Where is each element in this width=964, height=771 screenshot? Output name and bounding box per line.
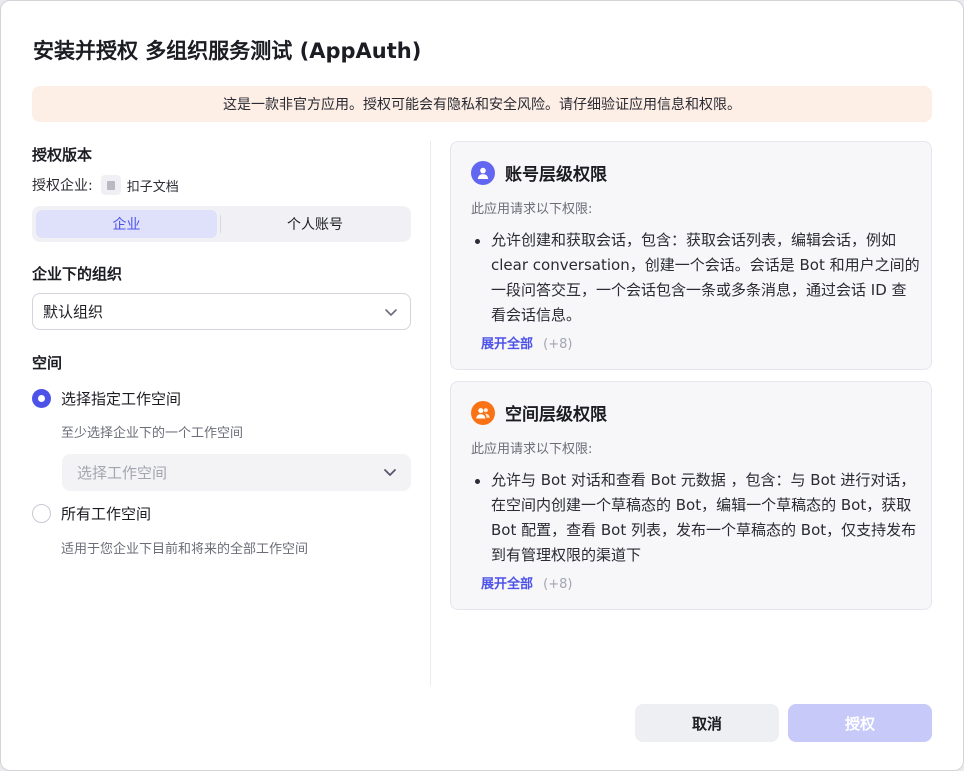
- organization-heading: 企业下的组织: [32, 265, 123, 283]
- enterprise-row: 授权企业: 扣子文档: [32, 175, 179, 195]
- space-permission-expand: 展开全部 (+8): [481, 573, 572, 592]
- enterprise-label: 授权企业:: [32, 178, 93, 194]
- specific-workspace-hint: 至少选择企业下的一个工作空间: [61, 426, 244, 441]
- dialog-title: 安装并授权 多组织服务测试 (AppAuth): [33, 39, 422, 63]
- more-count: (+8): [543, 577, 573, 592]
- space-permission-title: 空间层级权限: [505, 405, 607, 425]
- authorize-button[interactable]: 授权: [788, 704, 932, 742]
- chevron-down-icon: [385, 309, 397, 316]
- space-heading: 空间: [32, 354, 63, 372]
- version-heading: 授权版本: [32, 146, 93, 164]
- enterprise-name: 扣子文档: [126, 179, 179, 195]
- radio-specific-workspace[interactable]: 选择指定工作空间: [32, 388, 181, 409]
- space-permission-card: 空间层级权限 此应用请求以下权限: 允许与 Bot 对话和查看 Bot 元数据 …: [450, 381, 932, 610]
- radio-unchecked-icon[interactable]: [32, 504, 51, 523]
- enterprise-logo-icon: [100, 175, 121, 195]
- account-permission-header: 账号层级权限: [471, 160, 607, 185]
- space-permission-header: 空间层级权限: [471, 400, 607, 425]
- account-permission-expand: 展开全部 (+8): [481, 333, 572, 352]
- account-permission-title: 账号层级权限: [505, 165, 607, 185]
- radio-specific-workspace-label: 选择指定工作空间: [61, 390, 182, 408]
- tab-personal-account[interactable]: 个人账号: [223, 210, 407, 238]
- unofficial-app-warning: 这是一款非官方应用。授权可能会有隐私和安全风险。请仔细验证应用信息和权限。: [32, 86, 932, 122]
- radio-all-workspaces-label: 所有工作空间: [61, 505, 152, 523]
- segment-divider: [220, 215, 221, 233]
- radio-all-workspaces[interactable]: 所有工作空间: [32, 503, 151, 524]
- expand-all-link[interactable]: 展开全部: [481, 577, 533, 592]
- account-permission-list: 允许创建和获取会话，包含：获取会话列表，编辑会话，例如 clear conver…: [471, 228, 921, 328]
- list-item: 允许创建和获取会话，包含：获取会话列表，编辑会话，例如 clear conver…: [471, 228, 921, 328]
- space-permission-subtitle: 此应用请求以下权限:: [471, 442, 593, 457]
- install-authorize-dialog: 安装并授权 多组织服务测试 (AppAuth) 这是一款非官方应用。授权可能会有…: [0, 0, 964, 771]
- space-permission-list: 允许与 Bot 对话和查看 Bot 元数据 ，包含：与 Bot 进行对话，在空间…: [471, 468, 921, 568]
- cancel-button[interactable]: 取消: [635, 704, 779, 742]
- workspace-select[interactable]: 选择工作空间: [62, 454, 411, 491]
- organization-select[interactable]: 默认组织: [32, 293, 411, 330]
- user-icon: [471, 160, 495, 185]
- workspace-select-placeholder: 选择工作空间: [77, 464, 168, 482]
- radio-checked-icon[interactable]: [32, 389, 51, 408]
- column-divider: [430, 141, 431, 686]
- warning-text: 这是一款非官方应用。授权可能会有隐私和安全风险。请仔细验证应用信息和权限。: [223, 97, 741, 113]
- more-count: (+8): [543, 337, 573, 352]
- tab-enterprise[interactable]: 企业: [36, 210, 217, 238]
- users-icon: [471, 400, 495, 425]
- account-permission-card: 账号层级权限 此应用请求以下权限: 允许创建和获取会话，包含：获取会话列表，编辑…: [450, 141, 932, 370]
- all-workspaces-hint: 适用于您企业下目前和将来的全部工作空间: [61, 542, 309, 557]
- list-item: 允许与 Bot 对话和查看 Bot 元数据 ，包含：与 Bot 进行对话，在空间…: [471, 468, 921, 568]
- version-segmented-control: 企业 个人账号: [32, 206, 411, 242]
- organization-selected-value: 默认组织: [43, 303, 104, 321]
- chevron-down-icon: [384, 469, 396, 476]
- account-permission-subtitle: 此应用请求以下权限:: [471, 202, 593, 217]
- expand-all-link[interactable]: 展开全部: [481, 337, 533, 352]
